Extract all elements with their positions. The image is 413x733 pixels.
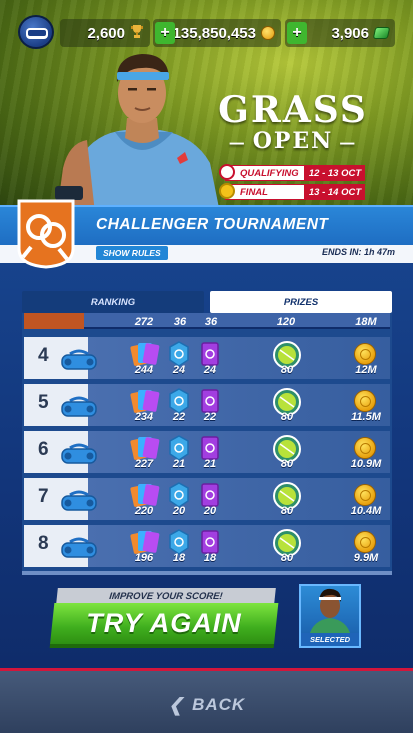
card-purple-count: 18 (203, 552, 217, 564)
equipment-bag-icon (60, 443, 98, 470)
coin-prize: 9.9M (353, 552, 379, 564)
list-item: 272 36 36 120 18M (24, 313, 390, 329)
tournament-badge-icon (17, 199, 75, 269)
event-title: GRASS OPEN (213, 92, 373, 156)
gem-count: 3,906 (331, 24, 369, 42)
coin-prize: 11.5M (351, 411, 381, 423)
card-purple-count: 22 (203, 411, 217, 423)
card-purple-count: 24 (203, 364, 217, 376)
equipment-bag-icon (60, 537, 98, 564)
table-row: 5 234 22 22 80 11.5M (24, 384, 390, 426)
coin-icon (261, 26, 275, 40)
add-gems-button[interactable]: + (287, 22, 307, 44)
stage-dates: 13 - 14 OCT (305, 184, 365, 200)
list-scroll-edge (22, 571, 392, 575)
table-row: 4 244 24 24 80 12M (24, 337, 390, 379)
ball-count: 80 (280, 411, 294, 423)
panel-tabs: RANKING PRIZES (22, 291, 392, 313)
stage-name: FINAL (225, 184, 305, 200)
ball-count: 80 (280, 505, 294, 517)
coin-prize: 10.4M (350, 505, 382, 517)
event-title-line1: GRASS (218, 89, 368, 131)
player-portrait (55, 54, 220, 213)
stage-name: QUALIFYING (225, 165, 305, 181)
try-again-label: TRY AGAIN (86, 608, 242, 638)
ball-count: 80 (280, 458, 294, 470)
gem-counter: + 3,906 (285, 19, 395, 47)
gem-icon (372, 27, 391, 39)
ball-count: 80 (280, 364, 294, 376)
equipment-bag-icon (60, 349, 98, 376)
coin-icon (354, 343, 376, 365)
table-row: 7 220 20 20 80 10.4M (24, 478, 390, 520)
card-multi-count: 272 (134, 316, 154, 328)
tournament-countdown: ENDS IN: 1h 47m (321, 247, 395, 257)
coin-prize: 10.9M (350, 458, 382, 470)
selected-player-avatar (309, 588, 351, 636)
rank-number: 6 (38, 439, 49, 460)
coin-prize: 12M (355, 364, 377, 376)
prize-list[interactable]: 272 36 36 120 18M 4 244 24 24 80 12M 5 234 22 22 8… (22, 313, 392, 575)
tournament-name: CHALLENGER TOURNAMENT (96, 216, 329, 233)
equipment-bag-icon (60, 396, 98, 423)
card-purple-count: 20 (203, 505, 217, 517)
improve-score-label: IMPROVE YOUR SCORE! (56, 588, 276, 604)
tab-prizes[interactable]: PRIZES (210, 291, 392, 313)
stage-final: FINAL 13 - 14 OCT (219, 183, 365, 200)
equipment-bag-icon (60, 490, 98, 517)
rank-strip (24, 313, 84, 329)
selected-label: SELECTED (301, 633, 359, 646)
trophy-icon (130, 24, 144, 43)
add-coins-button[interactable]: + (155, 22, 175, 44)
final-status-icon (219, 183, 235, 199)
selected-player-card[interactable]: SELECTED (299, 584, 361, 648)
coin-counter: + 135,850,453 (153, 19, 281, 47)
table-row: 8 196 18 18 80 9.9M (24, 525, 390, 567)
coin-icon (354, 484, 376, 506)
coin-prize: 18M (355, 316, 377, 328)
qualifying-status-icon (219, 164, 235, 180)
table-row: 6 227 21 21 80 10.9M (24, 431, 390, 473)
trophy-count: 2,600 (87, 24, 125, 42)
coin-count: 135,850,453 (172, 24, 256, 42)
coin-icon (354, 437, 376, 459)
trophy-counter: 2,600 (60, 19, 150, 47)
tab-ranking[interactable]: RANKING (22, 291, 204, 313)
rank-number: 8 (38, 533, 49, 554)
show-rules-button[interactable]: SHOW RULES (96, 246, 168, 260)
try-again-button[interactable]: TRY AGAIN (49, 603, 279, 648)
chevron-left-icon: ❮ (168, 694, 185, 715)
card-purple-count: 36 (204, 316, 218, 328)
rank-number: 5 (38, 392, 49, 413)
vr-headset-icon[interactable] (18, 15, 54, 49)
ball-count: 80 (280, 552, 294, 564)
back-button[interactable]: ❮ BACK (168, 694, 245, 716)
rank-number: 7 (38, 486, 49, 507)
card-purple-count: 21 (203, 458, 217, 470)
coin-icon (354, 531, 376, 553)
ball-count: 120 (276, 316, 296, 328)
back-label: BACK (192, 695, 246, 714)
currency-bar: 2,600 + 135,850,453 + 3,906 (0, 14, 413, 50)
stage-dates: 12 - 13 OCT (305, 165, 365, 181)
event-title-line2: OPEN (213, 128, 373, 156)
coin-icon (354, 390, 376, 412)
rank-number: 4 (38, 345, 49, 366)
stage-qualifying: QUALIFYING 12 - 13 OCT (219, 164, 365, 181)
